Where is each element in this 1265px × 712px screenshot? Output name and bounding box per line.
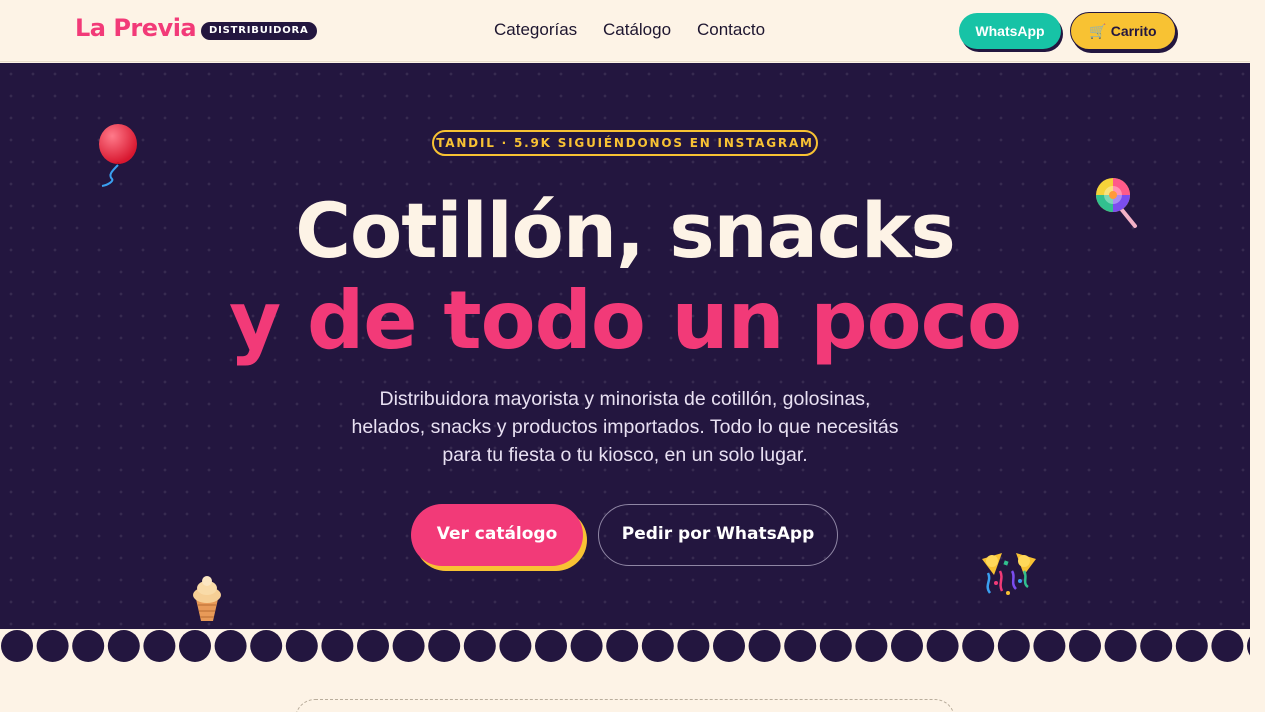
site-header: La Previa DISTRIBUIDORA Categorías Catál… xyxy=(0,0,1250,62)
logo[interactable]: La Previa xyxy=(75,14,197,42)
scallop-dot xyxy=(570,630,603,662)
hero: TANDIL · 5.9K SIGUIÉNDONOS EN INSTAGRAM … xyxy=(0,63,1250,645)
scallop-dot xyxy=(926,630,959,662)
scallop-dot xyxy=(143,630,176,662)
scallop-dot xyxy=(748,630,781,662)
scallop-dot xyxy=(1033,630,1066,662)
scallop-dot xyxy=(357,630,389,662)
order-whatsapp-button[interactable]: Pedir por WhatsApp xyxy=(598,504,838,566)
scallop-dot xyxy=(1211,630,1244,662)
scallop-dot xyxy=(428,630,461,662)
balloon-icon xyxy=(99,124,137,187)
search-box-outline[interactable] xyxy=(295,699,955,712)
scallop-dot xyxy=(855,630,888,662)
scallop-dot xyxy=(962,630,995,662)
scallop-dot xyxy=(819,630,852,662)
lollipop-icon xyxy=(1096,178,1137,228)
scallop-dot xyxy=(677,630,710,662)
hero-title-line2: y de todo un poco xyxy=(228,274,1022,367)
scallop-dot xyxy=(641,630,674,662)
cart-button[interactable]: 🛒 Carrito xyxy=(1070,12,1176,50)
scallop-dot xyxy=(499,630,532,662)
whatsapp-button[interactable]: WhatsApp xyxy=(959,13,1061,49)
nav-categorias[interactable]: Categorías xyxy=(494,20,577,40)
scallop-dot xyxy=(1104,630,1137,662)
scallop-dot xyxy=(250,630,283,662)
view-catalog-button[interactable]: Ver catálogo xyxy=(411,504,583,566)
scallop-dot xyxy=(72,630,105,662)
scallop-dot xyxy=(784,630,817,662)
scallop-dot xyxy=(535,630,567,662)
scalloped-divider xyxy=(0,629,1250,663)
scallop-dot xyxy=(463,630,496,662)
scallop-dot xyxy=(214,630,247,662)
scallop-dot xyxy=(179,630,211,662)
nav-catalogo[interactable]: Catálogo xyxy=(603,20,671,40)
scallop-dot xyxy=(392,630,425,662)
instagram-tag: TANDIL · 5.9K SIGUIÉNDONOS EN INSTAGRAM xyxy=(432,130,818,156)
scallop-dot xyxy=(713,630,745,662)
logo-badge: DISTRIBUIDORA xyxy=(201,22,317,40)
scallop-dot xyxy=(997,630,1030,662)
hero-title-line1: Cotillón, snacks xyxy=(295,186,956,275)
scallop-dot xyxy=(36,630,69,662)
scallop-dot xyxy=(321,630,354,662)
scallop-dot xyxy=(107,630,140,662)
scallop-dot xyxy=(1175,630,1208,662)
scallop-dot xyxy=(285,630,318,662)
page: La Previa DISTRIBUIDORA Categorías Catál… xyxy=(0,0,1250,712)
hero-lead: Distribuidora mayorista y minorista de c… xyxy=(351,388,899,466)
scallop-dot xyxy=(606,630,639,662)
scallop-dot xyxy=(1140,630,1173,662)
scallop-dot xyxy=(891,630,923,662)
ice-cream-icon xyxy=(193,576,221,621)
scallop-dot xyxy=(1069,630,1101,662)
nav-contacto[interactable]: Contacto xyxy=(697,20,765,40)
party-popper-icon xyxy=(982,553,1036,595)
scallop-dot xyxy=(1,630,33,662)
